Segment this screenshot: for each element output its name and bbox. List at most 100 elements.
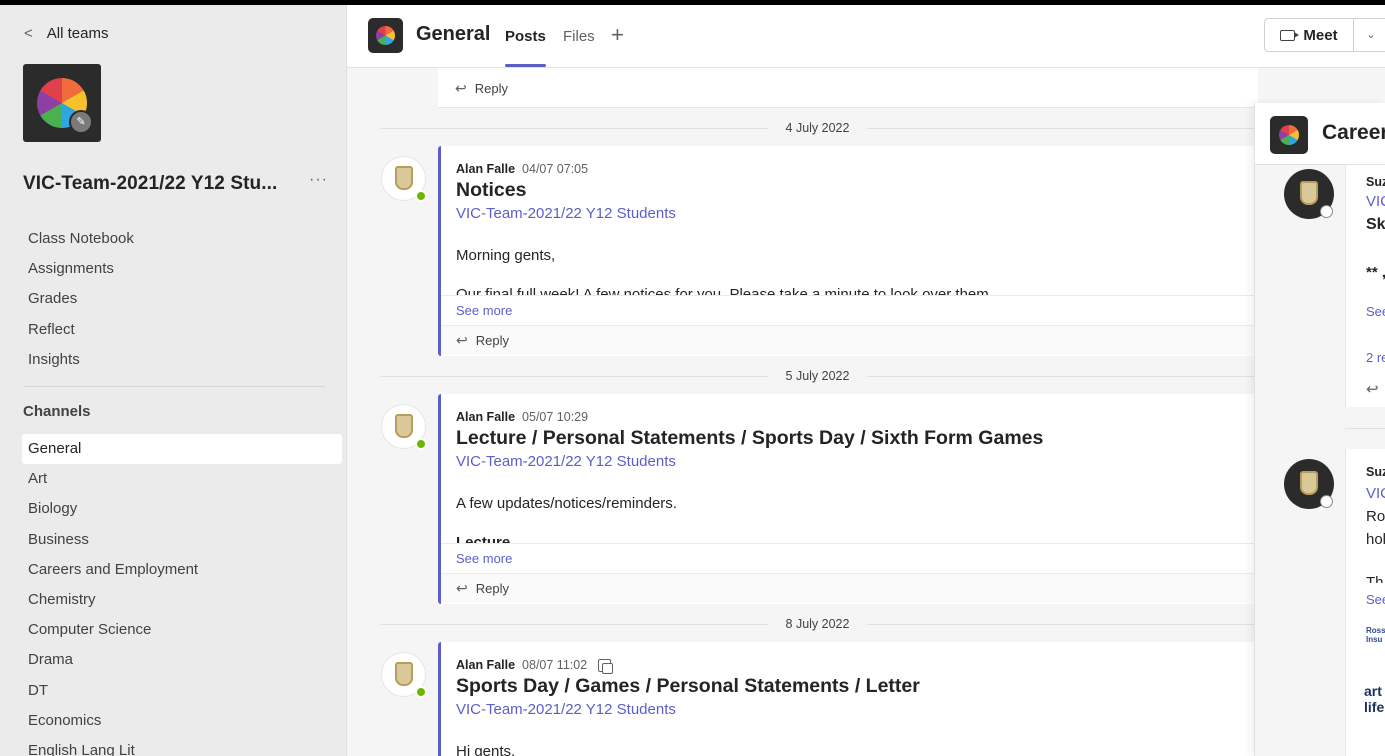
post-timestamp: 08/07 11:02: [522, 658, 588, 672]
channels-heading: Channels: [23, 403, 91, 420]
post-timestamp: 04/07 07:05: [522, 162, 589, 176]
chevron-left-icon: <: [24, 25, 33, 42]
reply-label: Reply: [474, 80, 508, 96]
school-crest-icon: [1300, 471, 1318, 495]
previous-post-reply-bar: ↩ Reply: [438, 68, 1258, 108]
nav-item-reflect[interactable]: Reflect: [28, 315, 134, 345]
school-crest-icon: [395, 662, 413, 686]
channel-computer-science[interactable]: Computer Science: [22, 615, 342, 645]
color-wheel-icon: [1279, 125, 1299, 145]
post-team-link[interactable]: VIC: [1366, 193, 1385, 210]
nav-item-class-notebook[interactable]: Class Notebook: [28, 224, 134, 254]
avatar[interactable]: [1284, 169, 1334, 219]
reply-button[interactable]: ↩ Reply: [438, 68, 1258, 108]
team-logo[interactable]: ✎: [23, 64, 101, 142]
channel-chemistry[interactable]: Chemistry: [22, 585, 342, 615]
post-author[interactable]: Alan Falle: [456, 162, 515, 176]
sponsor-logo-text: Insu: [1366, 635, 1383, 644]
avatar[interactable]: [1284, 459, 1334, 509]
post-team-link[interactable]: VIC: [1366, 485, 1385, 502]
post-author[interactable]: Suz: [1366, 175, 1385, 189]
see-more-bar: See more: [441, 543, 1258, 573]
see-more-link[interactable]: See: [1366, 592, 1385, 607]
post-card[interactable]: Alan Falle 05/07 10:29 Lecture / Persona…: [438, 394, 1258, 604]
sidebar-divider: [23, 386, 325, 387]
channel-main: General Posts Files + Meet ⌄ ↩ Reply 4 J…: [347, 5, 1385, 756]
post-meta: Alan Falle 05/07 10:29: [456, 410, 588, 424]
school-crest-icon: [395, 166, 413, 190]
presence-available-icon: [415, 438, 427, 450]
post-team-link[interactable]: VIC-Team-2021/22 Y12 Students: [456, 205, 676, 222]
panel-header: Careers: [1255, 103, 1385, 165]
avatar[interactable]: [381, 652, 427, 698]
post-reply-bar: ↩ Reply: [441, 573, 1258, 603]
post-subject: Sk: [1366, 216, 1385, 233]
copy-link-icon[interactable]: [598, 658, 614, 674]
team-name: VIC-Team-2021/22 Y12 Stu...: [23, 173, 278, 194]
channel-art[interactable]: Art: [22, 464, 342, 494]
channel-biology[interactable]: Biology: [22, 494, 342, 524]
date-separator: 8 July 2022: [380, 614, 1255, 634]
post-body-line: Ro: [1366, 508, 1385, 525]
avatar[interactable]: [381, 404, 427, 450]
post-body-line: hol: [1366, 531, 1385, 548]
channel-dt[interactable]: DT: [22, 676, 342, 706]
post-body: Hi gents,: [456, 743, 516, 756]
channel-general[interactable]: General: [22, 434, 342, 465]
reply-label: Reply: [475, 581, 509, 596]
post-body: A few updates/notices/reminders.: [456, 495, 677, 512]
post-author[interactable]: Alan Falle: [456, 658, 515, 672]
see-more-link[interactable]: See more: [456, 303, 512, 318]
post-subject: Lecture / Personal Statements / Sports D…: [456, 427, 1044, 449]
presence-available-icon: [415, 190, 427, 202]
avatar[interactable]: [381, 156, 427, 202]
reply-label: Reply: [475, 333, 509, 348]
reply-arrow-icon: ↩: [455, 79, 467, 96]
post-body-truncated: Lecture: [456, 534, 511, 543]
team-logo-small: [1270, 116, 1308, 154]
date-separator: 4 July 2022: [380, 118, 1255, 138]
reply-arrow-icon[interactable]: ↩: [1366, 380, 1379, 398]
channel-careers[interactable]: Careers and Employment: [22, 555, 342, 585]
sponsor-logo[interactable]: Ross Insu: [1366, 626, 1385, 644]
date-separator: 5 July 2022: [380, 366, 1255, 386]
see-more-link[interactable]: See more: [456, 551, 512, 566]
nav-item-grades[interactable]: Grades: [28, 284, 134, 314]
post-card[interactable]: Alan Falle 04/07 07:05 Notices VIC-Team-…: [438, 146, 1258, 356]
post-team-link[interactable]: VIC-Team-2021/22 Y12 Students: [456, 701, 676, 718]
post-body-truncated: Th: [1366, 574, 1384, 583]
post-team-link[interactable]: VIC-Team-2021/22 Y12 Students: [456, 453, 676, 470]
channel-header: General Posts Files + Meet ⌄: [347, 5, 1385, 68]
post-author[interactable]: Suz: [1366, 465, 1385, 479]
channel-english[interactable]: English Lang Lit: [22, 736, 342, 756]
post-meta: Alan Falle 04/07 07:05: [456, 162, 588, 176]
nav-item-insights[interactable]: Insights: [28, 345, 134, 375]
add-tab-icon[interactable]: +: [611, 22, 624, 48]
post-meta: Alan Falle 08/07 11:02: [456, 658, 614, 674]
more-options-icon[interactable]: ···: [309, 171, 328, 189]
post-card[interactable]: Suz VIC Sk ** , See 2 re ↩: [1345, 165, 1385, 407]
channel-title: General: [416, 23, 491, 45]
post-reply-bar: ↩ Reply: [441, 325, 1258, 355]
channel-drama[interactable]: Drama: [22, 645, 342, 675]
nav-item-assignments[interactable]: Assignments: [28, 254, 134, 284]
active-tab-indicator: [505, 64, 546, 67]
meet-dropdown-icon[interactable]: ⌄: [1353, 18, 1385, 52]
post-card[interactable]: Alan Falle 08/07 11:02 Sports Day / Game…: [438, 642, 1258, 756]
channel-economics[interactable]: Economics: [22, 706, 342, 736]
reply-button[interactable]: ↩ Reply: [456, 574, 1258, 603]
panel-title: Careers: [1322, 121, 1385, 144]
tab-posts[interactable]: Posts: [505, 28, 546, 45]
presence-offline-icon: [1320, 495, 1333, 508]
meet-button[interactable]: Meet: [1264, 18, 1354, 52]
tab-files[interactable]: Files: [563, 28, 595, 45]
see-more-link[interactable]: See: [1366, 304, 1385, 319]
all-teams-link[interactable]: < All teams: [24, 25, 108, 42]
post-card[interactable]: Suz VIC Ro hol Th See Ross Insu art life: [1345, 449, 1385, 756]
reply-button[interactable]: ↩ Reply: [456, 326, 1258, 355]
replies-count-link[interactable]: 2 re: [1366, 350, 1385, 365]
post-body: ** ,: [1366, 264, 1385, 281]
post-author[interactable]: Alan Falle: [456, 410, 515, 424]
channel-business[interactable]: Business: [22, 525, 342, 555]
pencil-icon[interactable]: ✎: [69, 110, 93, 134]
